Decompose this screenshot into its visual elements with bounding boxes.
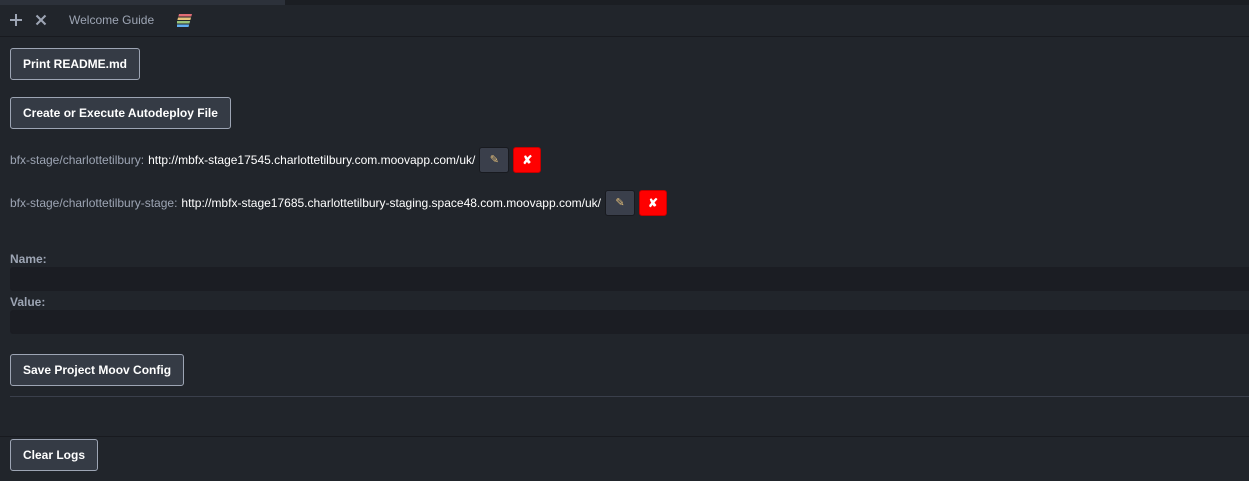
tab-welcome-guide[interactable]: Welcome Guide: [69, 13, 154, 27]
edit-environment-button[interactable]: ✎: [479, 147, 510, 173]
value-input[interactable]: [10, 310, 1249, 334]
moov-panel: Print README.md Create or Execute Autode…: [0, 37, 1249, 481]
environment-row: bfx-stage/charlottetilbury: http://mbfx-…: [10, 147, 542, 173]
environment-name: bfx-stage/charlottetilbury-stage:: [10, 196, 178, 210]
save-config-button[interactable]: Save Project Moov Config: [10, 354, 185, 386]
print-readme-button[interactable]: Print README.md: [10, 48, 141, 80]
close-icon[interactable]: [33, 11, 49, 29]
x-icon: ✘: [522, 153, 533, 167]
value-label: Value:: [10, 295, 46, 309]
environment-url: http://mbfx-stage17685.charlottetilbury-…: [181, 196, 601, 210]
environment-name: bfx-stage/charlottetilbury:: [10, 153, 145, 167]
autodeploy-button[interactable]: Create or Execute Autodeploy File: [10, 97, 231, 129]
environment-url: http://mbfx-stage17545.charlottetilbury.…: [148, 153, 476, 167]
tab-bar: Welcome Guide: [0, 5, 1249, 37]
delete-environment-button[interactable]: ✘: [638, 190, 667, 216]
plus-icon[interactable]: [8, 11, 24, 29]
delete-environment-button[interactable]: ✘: [513, 147, 542, 173]
name-label: Name:: [10, 252, 47, 266]
rainbow-stack-icon[interactable]: [175, 14, 193, 28]
edit-environment-button[interactable]: ✎: [604, 190, 635, 216]
environment-row: bfx-stage/charlottetilbury-stage: http:/…: [10, 190, 667, 216]
x-icon: ✘: [647, 196, 659, 210]
pencil-icon: ✎: [615, 197, 625, 209]
section-divider: [10, 396, 1249, 397]
pencil-icon: ✎: [489, 154, 499, 166]
clear-logs-button[interactable]: Clear Logs: [10, 439, 99, 471]
name-input[interactable]: [10, 267, 1249, 291]
logs-divider: [0, 436, 1249, 437]
